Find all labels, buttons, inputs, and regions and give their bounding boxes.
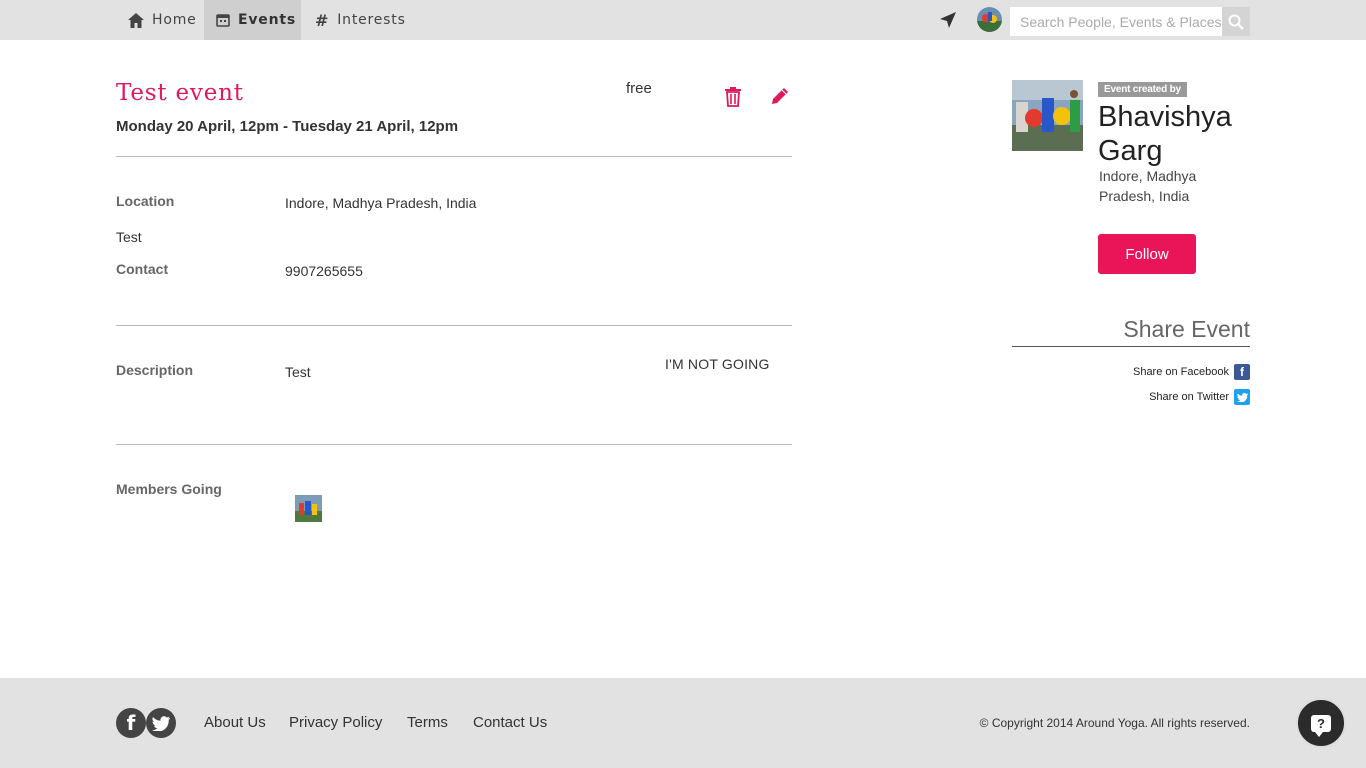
location-arrow-icon[interactable]	[938, 10, 958, 30]
event-date-range: Monday 20 April, 12pm - Tuesday 21 April…	[116, 118, 459, 135]
share-event-heading: Share Event	[1123, 316, 1250, 342]
hash-icon: #	[315, 10, 330, 30]
search-icon	[1228, 14, 1244, 30]
help-question-icon: ?	[1311, 714, 1331, 737]
divider	[116, 156, 792, 157]
home-icon	[128, 12, 144, 28]
creator-name[interactable]: Bhavishya Garg	[1098, 100, 1258, 168]
twitter-icon	[1234, 389, 1250, 405]
event-created-by-badge: Event created by	[1098, 82, 1187, 97]
location-label: Location	[116, 193, 175, 209]
members-going-label: Members Going	[116, 481, 222, 497]
footer-link-terms[interactable]: Terms	[407, 714, 448, 731]
footer: f About Us Privacy Policy Terms Contact …	[0, 678, 1366, 768]
description-label: Description	[116, 362, 194, 378]
location-value: Indore, Madhya Pradesh, India	[285, 195, 477, 211]
footer-link-contact-us[interactable]: Contact Us	[473, 714, 547, 731]
footer-twitter-icon[interactable]	[146, 708, 176, 738]
tab-home[interactable]: Home	[116, 0, 204, 40]
search-button[interactable]	[1222, 7, 1250, 36]
edit-event-pencil-icon[interactable]	[770, 86, 790, 106]
tab-home-label: Home	[152, 12, 197, 28]
event-price: free	[626, 80, 652, 97]
search-box	[1010, 7, 1250, 36]
footer-link-privacy-policy[interactable]: Privacy Policy	[289, 714, 382, 731]
share-twitter-link[interactable]: Share on Twitter	[1149, 389, 1250, 405]
tab-events[interactable]: Events	[204, 0, 301, 40]
not-going-button[interactable]: I'M NOT GOING	[665, 356, 770, 372]
follow-button[interactable]: Follow	[1098, 234, 1196, 274]
contact-value: 9907265655	[285, 263, 363, 279]
contact-label: Contact	[116, 261, 169, 277]
tab-events-label: Events	[238, 12, 296, 28]
description-value: Test	[285, 364, 311, 380]
tab-interests-label: Interests	[337, 12, 406, 28]
share-twitter-label: Share on Twitter	[1149, 391, 1229, 403]
divider	[1012, 346, 1250, 347]
facebook-icon: f	[1234, 364, 1250, 380]
search-input[interactable]	[1010, 7, 1222, 36]
help-chat-button[interactable]: ?	[1296, 698, 1346, 748]
venue-text: Test	[116, 229, 142, 245]
creator-location: Indore, Madhya Pradesh, India	[1099, 168, 1197, 204]
copyright-text: © Copyright 2014 Around Yoga. All rights…	[979, 716, 1250, 730]
top-nav: Home Events # Interests	[0, 0, 1366, 40]
calendar-icon	[216, 13, 230, 27]
member-avatar[interactable]	[295, 495, 322, 522]
share-facebook-label: Share on Facebook	[1132, 366, 1229, 378]
creator-photo[interactable]	[1012, 80, 1083, 151]
share-facebook-link[interactable]: Share on Facebook f	[1133, 364, 1250, 380]
divider	[116, 444, 792, 445]
footer-facebook-icon[interactable]: f	[116, 708, 146, 738]
delete-event-trash-icon[interactable]	[723, 86, 743, 108]
event-title: Test event	[116, 80, 244, 106]
tab-interests[interactable]: # Interests	[301, 0, 415, 40]
divider	[116, 325, 792, 326]
user-avatar[interactable]	[977, 7, 1002, 32]
footer-link-about-us[interactable]: About Us	[204, 714, 266, 731]
